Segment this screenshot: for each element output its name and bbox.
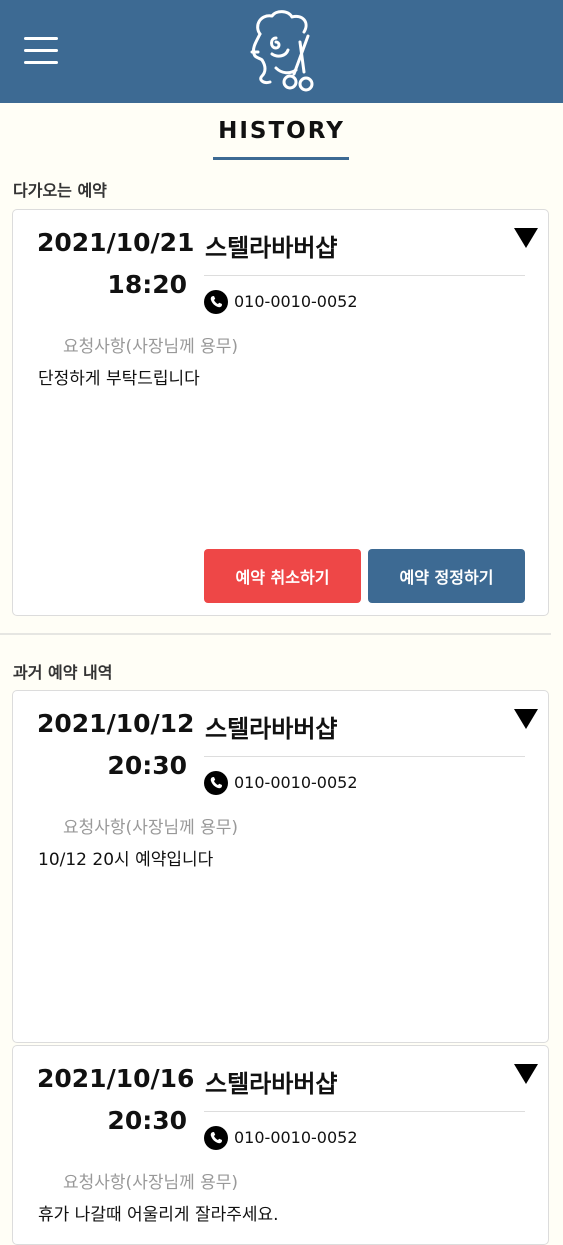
request-label: 요청사항(사장님께 용무) [63, 818, 239, 838]
request-label: 요청사항(사장님께 용무) [63, 1173, 239, 1193]
expand-triangle-icon[interactable] [513, 226, 539, 250]
shop-phone[interactable]: 010-0010-0052 [234, 773, 358, 792]
shop-name: 스텔라바버샵 [205, 234, 338, 262]
modify-reservation-button[interactable]: 예약 정정하기 [368, 549, 525, 603]
reservation-time: 20:30 [107, 751, 187, 780]
reservation-card-past: 2021/10/12 20:30 스텔라바버샵 010-0010-0052 요청… [12, 690, 549, 1043]
request-text: 휴가 나갈때 어울리게 잘라주세요. [38, 1205, 279, 1225]
expand-triangle-icon[interactable] [513, 707, 539, 731]
upcoming-section-label: 다가오는 예약 [13, 181, 107, 200]
phone-icon [204, 1126, 228, 1150]
page-title: HISTORY [218, 118, 345, 144]
section-divider [0, 633, 551, 635]
request-text: 10/12 20시 예약입니다 [38, 850, 214, 870]
reservation-date: 2021/10/21 [37, 228, 195, 257]
request-label: 요청사항(사장님께 용무) [63, 337, 239, 357]
shop-phone[interactable]: 010-0010-0052 [234, 1128, 358, 1147]
divider-line [204, 756, 525, 757]
reservation-time: 18:20 [107, 270, 187, 299]
shop-name: 스텔라바버샵 [205, 715, 338, 743]
cancel-reservation-button[interactable]: 예약 취소하기 [204, 549, 361, 603]
divider-line [204, 1111, 525, 1112]
title-underline [213, 157, 349, 160]
shop-phone[interactable]: 010-0010-0052 [234, 292, 358, 311]
reservation-date: 2021/10/12 [37, 709, 195, 738]
divider-line [204, 275, 525, 276]
expand-triangle-icon[interactable] [513, 1062, 539, 1086]
reservation-date: 2021/10/16 [37, 1064, 195, 1093]
request-text: 단정하게 부탁드립니다 [38, 369, 200, 389]
top-app-bar [0, 0, 563, 103]
hamburger-menu-icon[interactable] [24, 37, 58, 65]
reservation-card-past: 2021/10/16 20:30 스텔라바버샵 010-0010-0052 요청… [12, 1045, 549, 1245]
barber-logo-icon [250, 10, 314, 92]
shop-name: 스텔라바버샵 [205, 1070, 338, 1098]
phone-icon [204, 771, 228, 795]
phone-icon [204, 290, 228, 314]
past-section-label: 과거 예약 내역 [13, 663, 113, 682]
reservation-time: 20:30 [107, 1106, 187, 1135]
reservation-card-upcoming: 2021/10/21 18:20 스텔라바버샵 010-0010-0052 요청… [12, 209, 549, 616]
